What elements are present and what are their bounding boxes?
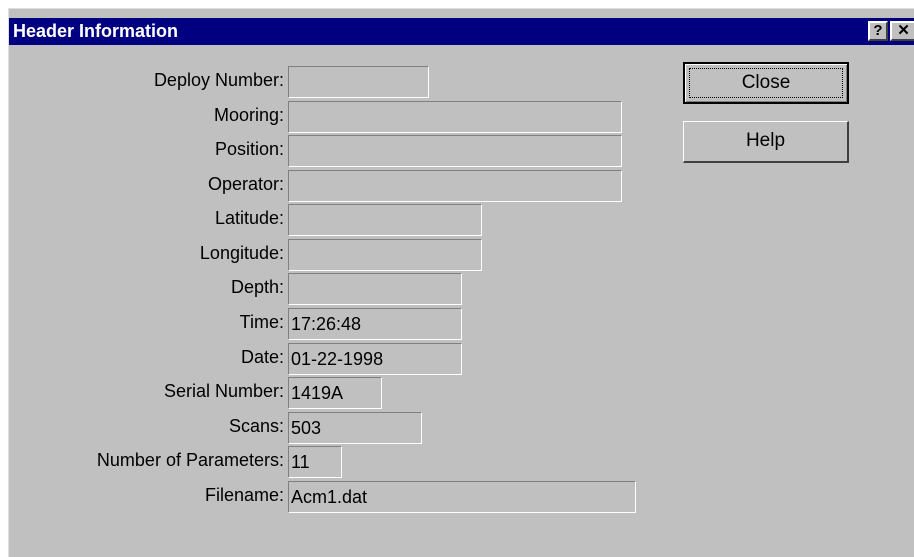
operator-label: Operator: <box>207 174 284 194</box>
focus-rectangle <box>689 68 843 98</box>
depth-field[interactable] <box>288 273 462 305</box>
filename-label: Filename: <box>204 485 284 505</box>
help-icon[interactable]: ? <box>868 21 888 41</box>
number-of-parameters-label: Number of Parameters: <box>96 450 284 470</box>
number-of-parameters-field[interactable]: 11 <box>288 446 342 478</box>
position-label: Position: <box>214 139 284 159</box>
deploy-number-field[interactable] <box>288 66 429 98</box>
deploy-number-label: Deploy Number: <box>153 70 284 90</box>
serial-number-label: Serial Number: <box>163 381 284 401</box>
scans-label: Scans: <box>228 416 284 436</box>
depth-label: Depth: <box>230 277 284 297</box>
mooring-field[interactable] <box>288 101 622 133</box>
time-field[interactable]: 17:26:48 <box>288 308 462 340</box>
serial-number-field[interactable]: 1419A <box>288 377 382 409</box>
position-field[interactable] <box>288 135 622 167</box>
longitude-field[interactable] <box>288 239 482 271</box>
longitude-label: Longitude: <box>199 243 284 263</box>
time-label: Time: <box>239 312 284 332</box>
date-field[interactable]: 01-22-1998 <box>288 343 462 375</box>
scans-field[interactable]: 503 <box>288 412 422 444</box>
date-label: Date: <box>240 347 284 367</box>
close-button[interactable]: Close <box>683 62 849 104</box>
help-button-label: Help <box>745 130 786 151</box>
latitude-label: Latitude: <box>214 208 284 228</box>
close-icon[interactable]: ✕ <box>890 21 914 41</box>
title-bar[interactable]: Header Information ? ✕ <box>9 18 914 45</box>
operator-field[interactable] <box>288 170 622 202</box>
filename-field[interactable]: Acm1.dat <box>288 481 636 513</box>
help-button[interactable]: Help <box>683 121 849 163</box>
mooring-label: Mooring: <box>213 105 284 125</box>
latitude-field[interactable] <box>288 204 482 236</box>
dialog-title: Header Information <box>13 21 179 41</box>
header-information-dialog: Header Information ? ✕ Deploy Number: Mo… <box>8 8 914 557</box>
